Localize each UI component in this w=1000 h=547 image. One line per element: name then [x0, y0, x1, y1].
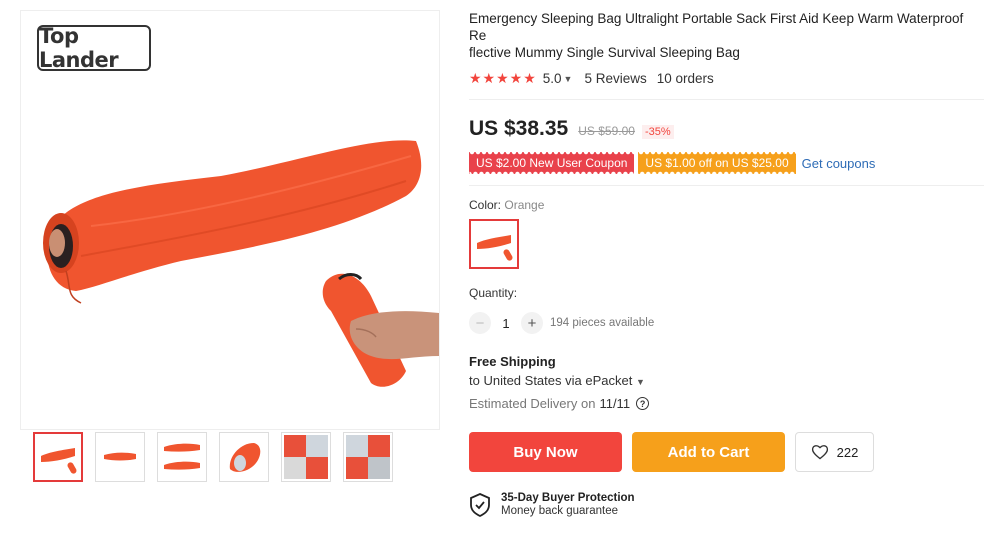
- divider: [469, 185, 984, 186]
- estimated-delivery: Estimated Delivery on 11/11 ?: [469, 396, 984, 411]
- color-label-text: Color:: [469, 198, 502, 212]
- protection-title: 35-Day Buyer Protection: [501, 492, 635, 504]
- increase-quantity-button[interactable]: +: [521, 312, 543, 334]
- new-user-coupon[interactable]: US $2.00 New User Coupon: [469, 152, 635, 174]
- quantity-label: Quantity:: [469, 286, 518, 300]
- question-icon[interactable]: ?: [636, 397, 650, 410]
- thumbnail-4[interactable]: [219, 432, 269, 482]
- thumbnail-strip: [33, 432, 393, 482]
- discount-badge: -35%: [641, 125, 674, 139]
- orders-count: 10 orders: [656, 71, 714, 86]
- star-rating-icon: ★★★★★: [469, 70, 537, 86]
- buy-now-button[interactable]: Buy Now: [469, 432, 622, 472]
- color-value: Orange: [504, 198, 545, 212]
- delivery-label: Estimated Delivery on: [469, 396, 596, 411]
- get-coupons-link[interactable]: Get coupons: [802, 156, 876, 171]
- color-option-orange[interactable]: [469, 219, 519, 269]
- product-title: Emergency Sleeping Bag Ultralight Portab…: [469, 11, 964, 60]
- color-label: Color: Orange: [469, 198, 984, 212]
- quantity-value[interactable]: 1: [491, 316, 521, 331]
- current-price: US $38.35: [469, 117, 569, 140]
- buyer-protection: 35-Day Buyer Protection Money back guara…: [469, 492, 984, 517]
- shipping-title: Free Shipping: [469, 354, 556, 369]
- shield-check-icon: [470, 493, 490, 517]
- rating-score[interactable]: 5.0: [543, 71, 562, 86]
- price-row: US $38.35 US $59.00 -35%: [469, 117, 984, 141]
- thumbnail-5[interactable]: [281, 432, 331, 482]
- coupon-row: US $2.00 New User Coupon US $1.00 off on…: [469, 152, 984, 174]
- thumbnail-6[interactable]: [343, 432, 393, 482]
- chevron-down-icon[interactable]: ▼: [564, 74, 573, 84]
- sleeping-bag-illustration: [43, 140, 439, 387]
- thumbnail-2[interactable]: [95, 432, 145, 482]
- product-info: Emergency Sleeping Bag Ultralight Portab…: [469, 10, 984, 517]
- delivery-date: 11/11: [599, 396, 631, 411]
- shipping-method-text: to United States via ePacket: [469, 373, 633, 388]
- shipping-method[interactable]: to United States via ePacket ▼: [469, 373, 984, 388]
- action-buttons: Buy Now Add to Cart 222: [469, 432, 984, 472]
- product-gallery: Top Lander: [20, 10, 440, 430]
- rating-row: ★★★★★ 5.0 ▼ 5 Reviews 10 orders: [469, 70, 984, 87]
- thumbnail-3[interactable]: [157, 432, 207, 482]
- divider: [469, 99, 984, 100]
- reviews-link[interactable]: 5 Reviews: [584, 71, 646, 86]
- decrease-quantity-button[interactable]: −: [469, 312, 491, 334]
- add-to-cart-button[interactable]: Add to Cart: [632, 432, 785, 472]
- main-product-image[interactable]: Top Lander: [20, 10, 440, 430]
- chevron-down-icon[interactable]: ▼: [636, 377, 645, 387]
- wishlist-button[interactable]: 222: [795, 432, 874, 472]
- quantity-stepper: − 1 + 194 pieces available: [469, 312, 984, 334]
- protection-subtitle: Money back guarantee: [501, 505, 618, 517]
- store-coupon[interactable]: US $1.00 off on US $25.00: [638, 152, 796, 174]
- heart-icon: [811, 445, 828, 460]
- thumbnail-1[interactable]: [33, 432, 83, 482]
- pieces-available: 194 pieces available: [550, 317, 655, 329]
- wishlist-count: 222: [836, 444, 859, 460]
- original-price: US $59.00: [578, 124, 635, 138]
